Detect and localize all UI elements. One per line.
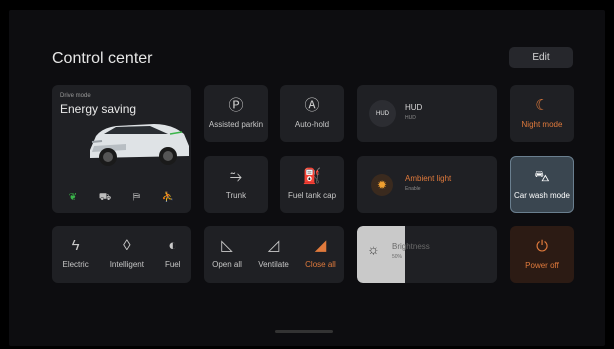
page-title: Control center (52, 50, 153, 67)
ventilate-label: Ventilate (258, 260, 289, 269)
hud-badge: HUD (369, 100, 396, 127)
assisted-parking-label: Assisted parkin (208, 120, 264, 129)
brightness-label: Brightness (392, 242, 430, 251)
brightness-slider[interactable]: ☼ Brightness 50% (357, 226, 497, 283)
auto-hold-label: Auto-hold (294, 120, 330, 129)
drive-mode-card[interactable]: Drive mode Energy saving ❦ ⛟ ⛿ ⛹ (52, 85, 191, 213)
parking-icon: Ⓟ (228, 97, 244, 114)
mode-fuel[interactable]: ◐ Fuel (164, 237, 181, 270)
drive-mode-label: Drive mode (60, 93, 91, 99)
lightning-icon: ϟ (71, 237, 80, 254)
ambient-light-tile[interactable]: ✹ Ambient light Enable (357, 156, 497, 213)
auto-hold-icon: Ⓐ (304, 97, 320, 114)
mode-intelligent[interactable]: ◊ Intelligent (109, 237, 144, 270)
moon-icon: ☾ (535, 97, 549, 114)
window-open-all[interactable]: ◺ Open all (212, 237, 242, 270)
road-icon[interactable]: ⛿ (133, 192, 140, 205)
car-image (90, 124, 189, 166)
mode-electric[interactable]: ϟ Electric (62, 237, 89, 270)
mode-electric-label: Electric (62, 260, 89, 269)
power-off-label: Power off (525, 261, 559, 270)
power-mode-tile: ϟ Electric ◊ Intelligent ◐ Fuel (52, 226, 191, 283)
trunk-label: Trunk (225, 191, 247, 200)
window-open-icon: ◺ (221, 237, 233, 254)
fuel-tank-cap-label: Fuel tank cap (287, 191, 337, 200)
window-ventilate[interactable]: ◿ Ventilate (258, 237, 289, 270)
window-close-icon: ◢ (314, 237, 327, 254)
sun-icon: ✹ (371, 174, 393, 196)
car-icon[interactable]: ⛟ (99, 192, 112, 205)
open-all-label: Open all (212, 260, 242, 269)
fuel-toggle-icon: ◐ (168, 237, 178, 254)
drive-mode-options: ❦ ⛟ ⛿ ⛹ (52, 192, 191, 205)
windows-tile: ◺ Open all ◿ Ventilate ◢ Close all (204, 226, 344, 283)
power-icon: ⏻ (536, 238, 548, 255)
fuel-cap-icon: ⛽ (302, 168, 322, 185)
mode-intelligent-label: Intelligent (109, 260, 144, 269)
edit-button[interactable]: Edit (509, 47, 573, 68)
auto-hold-tile[interactable]: Ⓐ Auto-hold (280, 85, 344, 142)
control-center-screen: Control center Edit Drive mode Energy sa… (9, 10, 605, 346)
close-all-label: Close all (305, 260, 336, 269)
window-vent-icon: ◿ (267, 237, 280, 254)
leaf-icon[interactable]: ❦ (69, 192, 77, 205)
ambient-light-subtitle: Enable (405, 186, 421, 192)
fuel-tank-cap-tile[interactable]: ⛽ Fuel tank cap (280, 156, 344, 213)
assisted-parking-tile[interactable]: Ⓟ Assisted parkin (204, 85, 268, 142)
person-seat-icon[interactable]: ⛹ (162, 192, 174, 205)
brightness-icon: ☼ (367, 241, 380, 257)
hud-subtitle: HUD (405, 115, 416, 121)
brightness-value: 50% (392, 254, 403, 260)
hud-title: HUD (405, 103, 423, 112)
car-wash-mode-label: Car wash mode (513, 191, 571, 200)
ambient-light-title: Ambient light (405, 174, 452, 183)
drop-icon: ◊ (123, 237, 131, 254)
trunk-tile[interactable]: ⥲ Trunk (204, 156, 268, 213)
hud-tile[interactable]: HUD HUD HUD (357, 85, 497, 142)
night-mode-tile[interactable]: ☾ Night mode (510, 85, 574, 142)
window-close-all[interactable]: ◢ Close all (305, 237, 336, 270)
night-mode-label: Night mode (521, 120, 563, 129)
trunk-icon: ⥲ (229, 168, 242, 185)
power-off-tile[interactable]: ⏻ Power off (510, 226, 574, 283)
car-wash-mode-tile[interactable]: ⛍ Car wash mode (510, 156, 574, 213)
car-wash-icon: ⛍ (534, 168, 550, 185)
home-indicator[interactable] (275, 330, 333, 333)
mode-fuel-label: Fuel (164, 260, 181, 269)
